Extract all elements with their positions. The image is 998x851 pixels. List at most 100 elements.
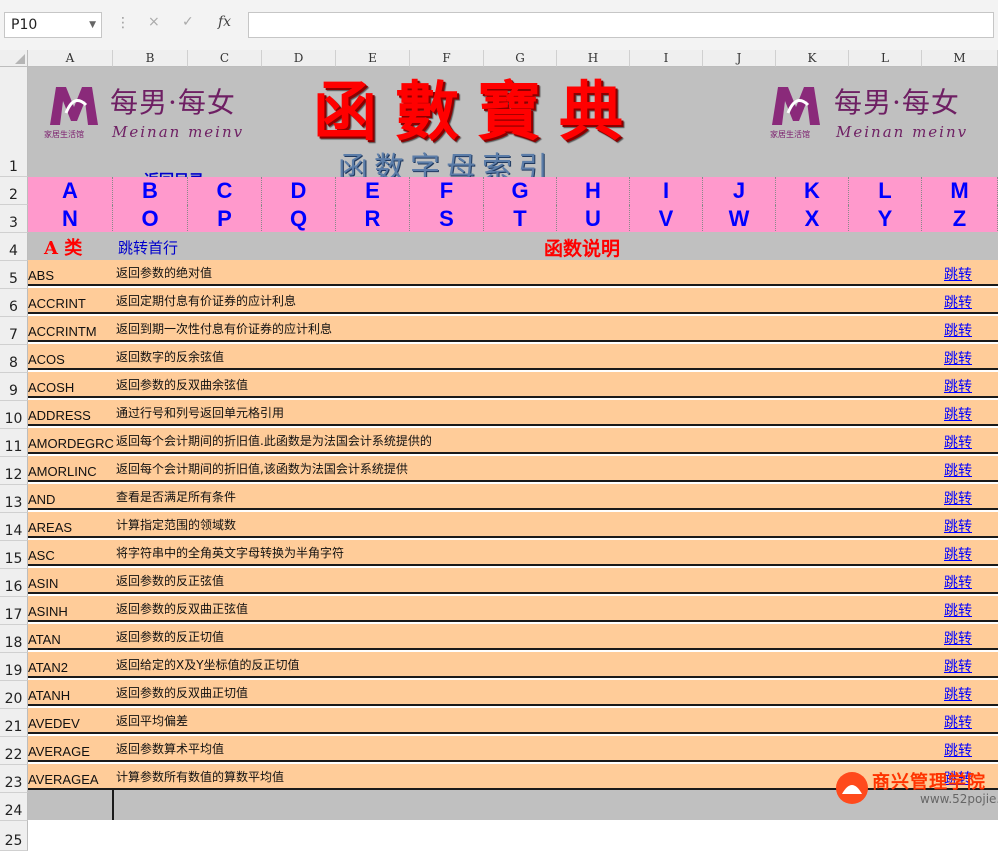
letter-link-f[interactable]: F — [410, 177, 484, 205]
letter-link-t[interactable]: T — [484, 205, 557, 233]
table-row: ATAN2 返回给定的X及Y坐标值的反正切值 跳转 — [28, 652, 998, 678]
letter-link-n[interactable]: N — [28, 205, 113, 233]
column-header-e[interactable]: E — [336, 50, 410, 67]
row-header-13[interactable]: 13 — [0, 485, 28, 513]
row-header-23[interactable]: 23 — [0, 765, 28, 793]
enter-icon[interactable]: ✓ — [182, 14, 194, 30]
row-header-17[interactable]: 17 — [0, 597, 28, 625]
letter-link-v[interactable]: V — [630, 205, 703, 233]
row-header-1[interactable]: 1 — [0, 67, 28, 177]
row-header-3[interactable]: 3 — [0, 205, 28, 233]
row-header-8[interactable]: 8 — [0, 345, 28, 373]
jump-link[interactable]: 跳转 — [944, 404, 972, 424]
column-header-k[interactable]: K — [776, 50, 849, 67]
row-header-5[interactable]: 5 — [0, 261, 28, 289]
letter-link-w[interactable]: W — [703, 205, 776, 233]
category-label: A 类 — [44, 238, 83, 259]
formula-bar-grip: ⋮ — [116, 15, 130, 31]
jump-link[interactable]: 跳转 — [944, 516, 972, 536]
letter-link-z[interactable]: Z — [922, 205, 998, 233]
row-header-11[interactable]: 11 — [0, 429, 28, 457]
column-header-l[interactable]: L — [849, 50, 922, 67]
row-header-19[interactable]: 19 — [0, 653, 28, 681]
name-box[interactable]: P10 ▼ — [4, 12, 102, 38]
letter-link-x[interactable]: X — [776, 205, 849, 233]
letter-link-i[interactable]: I — [630, 177, 703, 205]
function-name: AMORLINC — [28, 464, 97, 479]
column-header-d[interactable]: D — [262, 50, 336, 67]
jump-link[interactable]: 跳转 — [944, 544, 972, 564]
letter-link-l[interactable]: L — [849, 177, 922, 205]
row-header-4[interactable]: 4 — [0, 233, 28, 261]
row-header-21[interactable]: 21 — [0, 709, 28, 737]
jump-link[interactable]: 跳转 — [944, 628, 972, 648]
letter-link-u[interactable]: U — [557, 205, 630, 233]
column-header-a[interactable]: A — [28, 50, 113, 67]
column-header-g[interactable]: G — [484, 50, 557, 67]
letter-link-s[interactable]: S — [410, 205, 484, 233]
jump-link[interactable]: 跳转 — [944, 320, 972, 340]
letter-link-o[interactable]: O — [113, 205, 188, 233]
function-name: ADDRESS — [28, 408, 91, 423]
chevron-down-icon[interactable]: ▼ — [89, 13, 96, 37]
row-header-2[interactable]: 2 — [0, 177, 28, 205]
formula-input[interactable] — [248, 12, 994, 38]
letter-link-j[interactable]: J — [703, 177, 776, 205]
jump-link[interactable]: 跳转 — [944, 376, 972, 396]
row-header-18[interactable]: 18 — [0, 625, 28, 653]
jump-link[interactable]: 跳转 — [944, 740, 972, 760]
jump-link[interactable]: 跳转 — [944, 656, 972, 676]
row-header-24[interactable]: 24 — [0, 793, 28, 821]
jump-link[interactable]: 跳转 — [944, 600, 972, 620]
banner: 家居生活馆 每男·每女 Meinan meinv 函數寶典 函数字母索引 返回目… — [28, 67, 998, 189]
row-header-6[interactable]: 6 — [0, 289, 28, 317]
jump-to-top-link[interactable]: 跳转首行 — [118, 237, 178, 258]
jump-link[interactable]: 跳转 — [944, 684, 972, 704]
row-header-25[interactable]: 25 — [0, 821, 28, 851]
letter-index-row-2: NOPQRSTUVWXYZ — [28, 205, 998, 233]
cancel-icon[interactable]: × — [148, 14, 160, 30]
row-header-10[interactable]: 10 — [0, 401, 28, 429]
letter-link-d[interactable]: D — [262, 177, 336, 205]
jump-link[interactable]: 跳转 — [944, 712, 972, 732]
column-header-h[interactable]: H — [557, 50, 630, 67]
column-header-m[interactable]: M — [922, 50, 998, 67]
jump-link[interactable]: 跳转 — [944, 460, 972, 480]
row-header-7[interactable]: 7 — [0, 317, 28, 345]
column-header-c[interactable]: C — [188, 50, 262, 67]
letter-link-y[interactable]: Y — [849, 205, 922, 233]
row-header-15[interactable]: 15 — [0, 541, 28, 569]
select-all-corner[interactable] — [0, 50, 28, 67]
jump-link[interactable]: 跳转 — [944, 264, 972, 284]
brand-en-left: Meinan meinv — [112, 123, 245, 141]
letter-link-k[interactable]: K — [776, 177, 849, 205]
jump-link[interactable]: 跳转 — [944, 572, 972, 592]
jump-link[interactable]: 跳转 — [944, 348, 972, 368]
column-header-f[interactable]: F — [410, 50, 484, 67]
letter-link-q[interactable]: Q — [262, 205, 336, 233]
letter-link-h[interactable]: H — [557, 177, 630, 205]
row-header-16[interactable]: 16 — [0, 569, 28, 597]
row-header-14[interactable]: 14 — [0, 513, 28, 541]
letter-link-g[interactable]: G — [484, 177, 557, 205]
row-header-22[interactable]: 22 — [0, 737, 28, 765]
column-header-j[interactable]: J — [703, 50, 776, 67]
row-header-20[interactable]: 20 — [0, 681, 28, 709]
letter-link-b[interactable]: B — [113, 177, 188, 205]
column-header-b[interactable]: B — [113, 50, 188, 67]
function-description: 返回每个会计期间的折旧值.此函数是为法国会计系统提供的 — [116, 434, 432, 448]
letter-link-c[interactable]: C — [188, 177, 262, 205]
letter-link-r[interactable]: R — [336, 205, 410, 233]
letter-link-a[interactable]: A — [28, 177, 113, 205]
insert-function-icon[interactable]: fx — [218, 14, 231, 30]
jump-link[interactable]: 跳转 — [944, 488, 972, 508]
jump-link[interactable]: 跳转 — [944, 292, 972, 312]
letter-link-m[interactable]: M — [922, 177, 998, 205]
letter-link-e[interactable]: E — [336, 177, 410, 205]
row-header-12[interactable]: 12 — [0, 457, 28, 485]
letter-link-p[interactable]: P — [188, 205, 262, 233]
column-header-i[interactable]: I — [630, 50, 703, 67]
formula-bar: P10 ▼ ⋮ × ✓ fx — [0, 0, 998, 51]
row-header-9[interactable]: 9 — [0, 373, 28, 401]
jump-link[interactable]: 跳转 — [944, 432, 972, 452]
